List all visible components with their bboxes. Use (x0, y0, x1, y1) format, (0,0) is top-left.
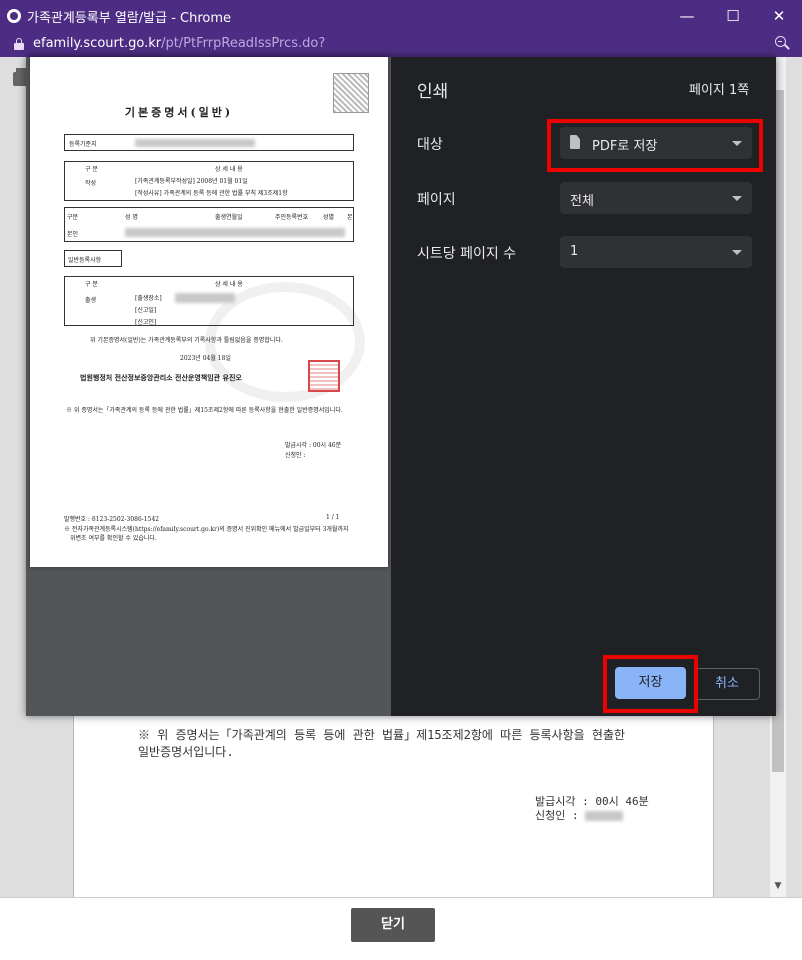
general-label-box: 일반등록사항 (64, 250, 122, 267)
preview-note: ※ 위 증명서는「가족관계의 등록 등에 관한 법률」제15조제2항에 따른 등… (66, 407, 343, 414)
issue-date: 2023년 04월 18일 (180, 355, 231, 362)
close-window-button[interactable]: ✕ (756, 0, 802, 32)
zoom-icon[interactable] (775, 36, 791, 52)
address-bar[interactable]: efamily.scourt.go.kr/pt/PtFrrpReadIssPrc… (0, 32, 802, 57)
pages-per-sheet-select[interactable]: 1 (560, 236, 752, 268)
birth-table: 구 분 상 세 내 용 출생 [출생장소] [신고일] [신고인] (64, 276, 354, 326)
cancel-button[interactable]: 취소 (694, 668, 760, 700)
background-issue-info: 발급시각 : 00시 46분 신청인 : (535, 795, 649, 822)
preview-applicant: 신청인 : (285, 452, 306, 459)
preview-page: 기본증명서(일반) 등록기준지 구 분 상 세 내 용 작성 [가족관계등록부작… (30, 57, 388, 567)
window-titlebar: 가족관계등록부 열람/발급 - Chrome — ☐ ✕ (0, 0, 802, 32)
minimize-button[interactable]: — (664, 0, 710, 32)
person-table: 구분 성 명 출생연월일 주민등록번호 성별 본 본인 (64, 207, 354, 242)
destination-label: 대상 (417, 137, 443, 153)
official-seal (308, 360, 340, 392)
maximize-button[interactable]: ☐ (710, 0, 756, 32)
page-number: 1 / 1 (326, 514, 340, 521)
url-text[interactable]: efamily.scourt.go.kr/pt/PtFrrpReadIssPrc… (33, 36, 325, 51)
chevron-down-icon (732, 196, 742, 201)
issue-number: 발행번호 : 8123-2502-3086-1542 (64, 516, 160, 523)
footer-note-1: ※ 전자가족관계등록시스템(https://efamily.scourt.go.… (64, 526, 349, 533)
pages-select[interactable]: 전체 (560, 182, 752, 214)
window-title: 가족관계등록부 열람/발급 - Chrome (27, 11, 232, 26)
chevron-down-icon (732, 250, 742, 255)
globe-icon (7, 9, 21, 23)
close-page-button[interactable]: 닫기 (351, 908, 435, 942)
save-highlight (603, 655, 698, 713)
issuer: 법원행정처 전산정보중앙관리소 전산운영책임관 유진오 (80, 373, 242, 382)
lock-icon[interactable] (14, 38, 24, 50)
created-table: 구 분 상 세 내 용 작성 [가족관계등록부작성일] 2008년 01월 01… (64, 161, 354, 201)
destination-highlight (547, 119, 763, 172)
doc-title: 기본증명서(일반) (124, 106, 234, 119)
cert-statement: 위 기본증명서(일반)는 가족관계등록부의 기록사항과 틀림없음을 증명합니다. (90, 337, 283, 344)
footer-note-2: 위변조 여부를 확인할 수 있습니다. (70, 535, 157, 542)
pages-per-sheet-label: 시트당 페이지 수 (417, 246, 517, 262)
barcode-stamp (333, 73, 369, 113)
print-title: 인쇄 (417, 82, 449, 102)
scroll-down-arrow-icon[interactable]: ▼ (772, 880, 784, 892)
pages-label: 페이지 (417, 192, 456, 208)
preview-issue-time: 발급시각 : 00시 46분 (285, 442, 342, 449)
background-note: ※ 위 증명서는「가족관계의 등록 등에 관한 법률」제15조제2항에 따른 등… (138, 728, 626, 759)
reg-base-row: 등록기준지 (64, 134, 354, 151)
page-count: 페이지 1쪽 (689, 83, 750, 98)
